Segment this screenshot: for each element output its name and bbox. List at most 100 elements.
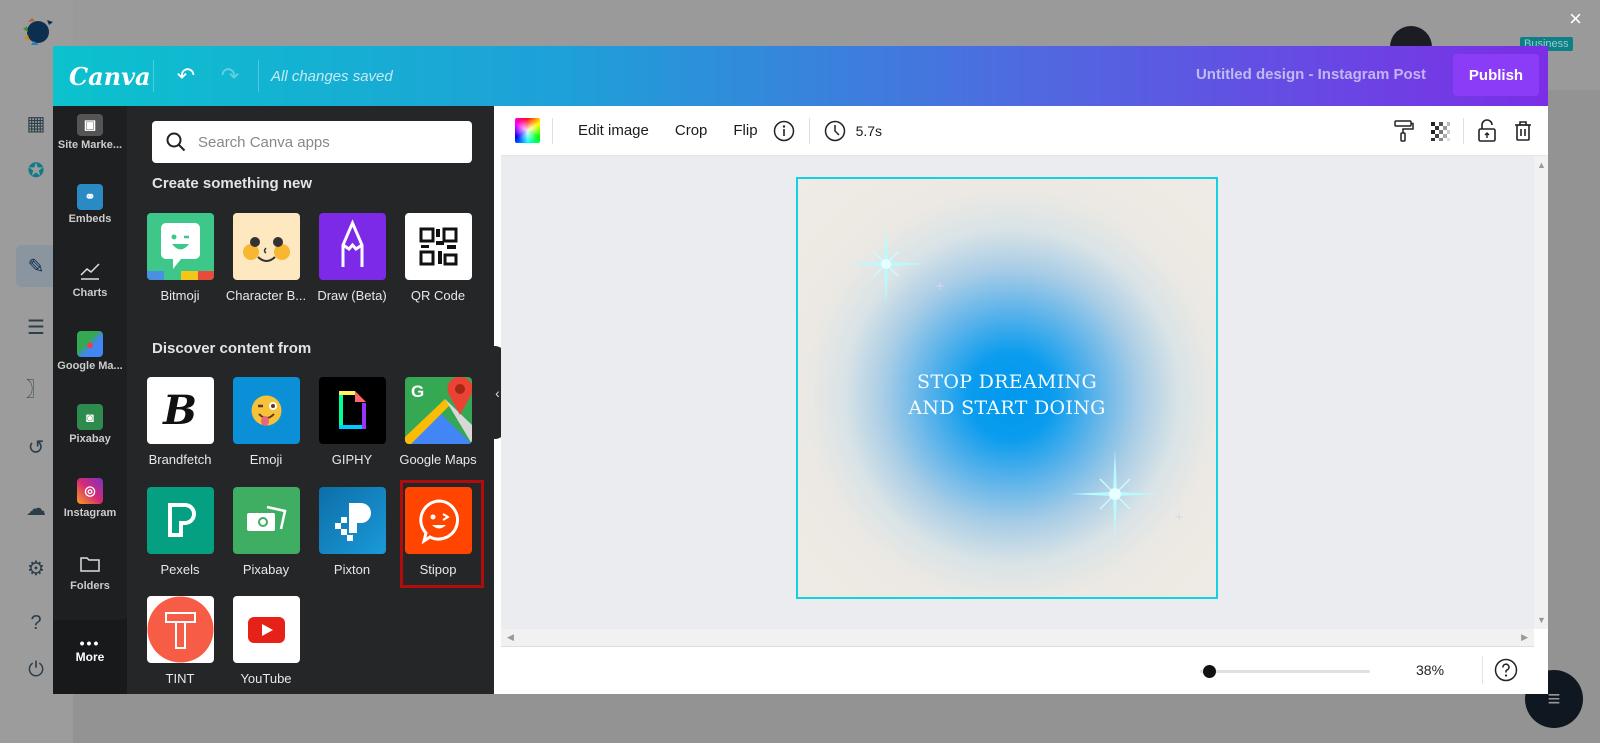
app-character-builder[interactable]: Character B... [224, 213, 308, 303]
lock-button[interactable] [1474, 118, 1500, 144]
rail-more-button[interactable]: ••• More [53, 636, 127, 664]
app-label: TINT [165, 671, 195, 686]
compose-icon[interactable]: ✎ [24, 254, 48, 278]
app-stipop[interactable]: Stipop [396, 480, 484, 588]
section-title-discover: Discover content from [152, 340, 312, 357]
transparency-icon [1431, 122, 1450, 141]
app-tint[interactable]: TINT [138, 596, 222, 686]
google-maps-icon: ● [77, 331, 103, 357]
chevron-left-icon: ‹ [495, 384, 500, 401]
paint-roller-icon [1394, 120, 1414, 142]
billing-icon[interactable]: ✪ [24, 158, 48, 182]
app-pixabay[interactable]: Pixabay [224, 487, 308, 577]
svg-text:G: G [411, 382, 424, 401]
divider [153, 60, 154, 92]
app-google-maps[interactable]: G Google Maps [396, 377, 480, 467]
info-button[interactable] [771, 118, 797, 144]
delete-button[interactable] [1510, 118, 1536, 144]
search-apps-input[interactable] [198, 133, 458, 151]
rail-item-folders[interactable]: Folders [53, 551, 127, 592]
dashboard-icon[interactable]: ▦ [24, 111, 48, 135]
horizontal-scrollbar[interactable]: ◀ ▶ [501, 629, 1534, 647]
settings-icon[interactable]: ⚙ [24, 556, 48, 580]
app-label: Pixabay [242, 562, 290, 577]
app-pixton[interactable]: Pixton [310, 487, 394, 577]
duration-value[interactable]: 5.7s [848, 123, 895, 139]
pixton-icon [318, 487, 386, 554]
rail-item-charts[interactable]: Charts [53, 258, 127, 299]
flip-button[interactable]: Flip [720, 122, 770, 139]
search-box[interactable] [152, 121, 472, 163]
section-title-create: Create something new [152, 175, 313, 192]
scroll-left-arrow-icon[interactable]: ◀ [507, 632, 514, 643]
edit-image-button[interactable]: Edit image [565, 122, 662, 139]
character-builder-icon [232, 213, 300, 280]
rail-item-label: Pixabay [69, 433, 111, 445]
canva-editor-modal: Canva ↶ ↷ All changes saved Untitled des… [53, 46, 1548, 694]
crop-button[interactable]: Crop [662, 122, 721, 139]
zoom-percentage[interactable]: 38% [1416, 662, 1444, 678]
emoji-icon [232, 377, 300, 444]
posts-icon[interactable]: ☰ [24, 315, 48, 339]
rail-item-label: Google Ma... [57, 360, 123, 372]
help-button[interactable] [1494, 658, 1518, 682]
app-giphy[interactable]: GIPHY [310, 377, 394, 467]
color-picker-button[interactable] [515, 118, 540, 143]
app-pexels[interactable]: Pexels [138, 487, 222, 577]
app-brandfetch[interactable]: B Brandfetch [138, 377, 222, 467]
app-label: Emoji [249, 452, 283, 467]
undo-icon: ↶ [176, 63, 196, 88]
app-youtube[interactable]: YouTube [224, 596, 308, 686]
scroll-up-arrow-icon[interactable]: ▲ [1537, 160, 1546, 170]
timing-button[interactable] [822, 118, 848, 144]
help-icon[interactable]: ? [24, 611, 48, 635]
design-page[interactable]: STOP DREAMING AND START DOING [796, 177, 1218, 599]
zoom-slider-thumb[interactable] [1202, 665, 1216, 678]
youtube-icon [232, 596, 300, 663]
vertical-scrollbar[interactable]: ▲ ▼ [1534, 156, 1548, 629]
search-icon [166, 132, 186, 152]
rail-item-label: Instagram [63, 507, 117, 519]
charts-icon [77, 258, 103, 284]
top-bar: Canva ↶ ↷ All changes saved Untitled des… [53, 46, 1548, 106]
publish-button[interactable]: Publish [1453, 54, 1539, 96]
paint-roller-button[interactable] [1391, 118, 1417, 144]
power-icon[interactable]: ⏻ [24, 658, 48, 682]
app-qr-code[interactable]: QR Code [396, 213, 480, 303]
canvas-area: STOP DREAMING AND START DOING [501, 156, 1534, 629]
trash-icon [1515, 121, 1531, 141]
app-draw[interactable]: Draw (Beta) [310, 213, 394, 303]
scroll-down-arrow-icon[interactable]: ▼ [1537, 615, 1546, 625]
app-bitmoji[interactable]: Bitmoji [138, 213, 222, 303]
divider [1482, 656, 1483, 684]
canva-logo[interactable]: Canva [69, 62, 153, 91]
app-label: Bitmoji [160, 288, 200, 303]
selection-highlight [400, 480, 484, 588]
folder-icon [77, 551, 103, 577]
app-label: QR Code [410, 288, 466, 303]
divider [258, 60, 259, 92]
history-icon[interactable]: ↺ [24, 435, 48, 459]
context-toolbar: Edit image Crop Flip 5.7s [501, 106, 1548, 156]
rail-item-pixabay[interactable]: ◙ Pixabay [53, 404, 127, 445]
rss-icon[interactable]: 〗 [24, 375, 48, 401]
rail-item-site-marketing[interactable]: ▣ Site Marke... [53, 114, 127, 151]
app-label: Pexels [160, 562, 200, 577]
info-icon [773, 120, 794, 141]
scroll-right-arrow-icon[interactable]: ▶ [1521, 632, 1528, 643]
rail-item-embeds[interactable]: ⚭ Embeds [53, 184, 127, 225]
download-icon[interactable]: ☁ [24, 496, 48, 520]
redo-button[interactable]: ↷ [208, 54, 252, 98]
undo-button[interactable]: ↶ [164, 54, 208, 98]
rail-item-google-maps[interactable]: ● Google Ma... [53, 331, 127, 372]
rail-item-label: Embeds [68, 213, 112, 225]
zoom-slider[interactable] [1200, 665, 1370, 678]
rail-item-instagram[interactable]: ◎ Instagram [53, 478, 127, 519]
close-icon[interactable]: × [1569, 8, 1582, 30]
rail-item-label: Site Marke... [57, 139, 123, 151]
transparency-button[interactable] [1427, 118, 1453, 144]
rail-item-label: Folders [70, 580, 110, 592]
design-title[interactable]: Untitled design - Instagram Post [1196, 66, 1426, 83]
app-emoji[interactable]: Emoji [224, 377, 308, 467]
design-headline[interactable]: STOP DREAMING AND START DOING [798, 369, 1216, 421]
